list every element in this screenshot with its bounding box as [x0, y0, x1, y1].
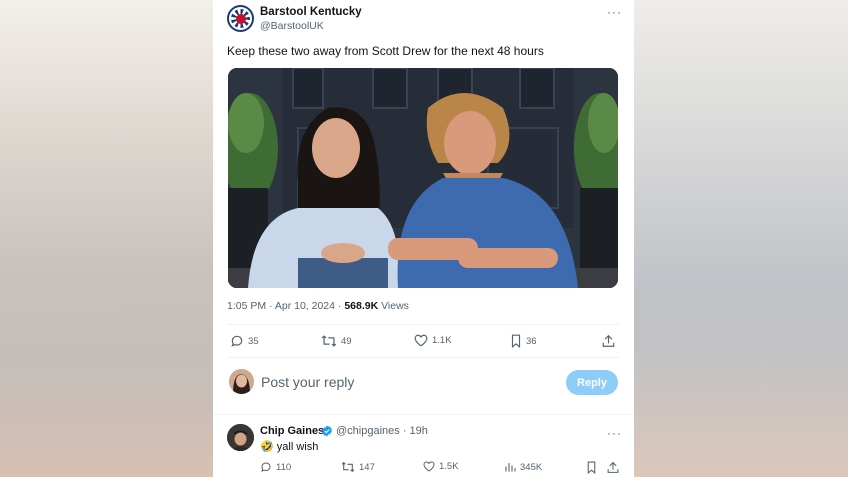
like-action[interactable]: 1.1K	[414, 334, 452, 347]
chip-avatar-illustration	[227, 424, 254, 451]
reply-action[interactable]: 35	[230, 334, 259, 348]
reply-like-count: 1.5K	[439, 461, 459, 472]
retweet-action[interactable]: 49	[321, 334, 352, 348]
reply-author-meta[interactable]: @chipgaines · 19h	[336, 425, 428, 437]
bookmark-icon	[511, 334, 521, 348]
reply-icon	[231, 335, 243, 347]
reply-more-options-icon[interactable]: ···	[607, 427, 622, 439]
reply-count: 35	[248, 335, 259, 347]
tweet-photo[interactable]	[228, 68, 618, 288]
reply-bookmark-action[interactable]	[586, 461, 597, 474]
reply-views-action[interactable]: 345K	[504, 461, 542, 473]
share-icon	[602, 334, 615, 347]
views-label: Views	[378, 300, 409, 312]
tweet-text: Keep these two away from Scott Drew for …	[227, 44, 544, 58]
barstool-avatar[interactable]	[227, 5, 254, 32]
reply-author-name[interactable]: Chip Gaines	[260, 425, 324, 437]
reply-input[interactable]: Post your reply	[261, 374, 354, 390]
reply-views-count: 345K	[520, 461, 543, 473]
reply-text: 🤣 yall wish	[260, 440, 318, 453]
like-count: 1.1K	[432, 335, 452, 346]
divider	[213, 414, 634, 415]
reply-icon	[261, 462, 271, 472]
reply-text-body: yall wish	[273, 441, 319, 453]
current-user-avatar[interactable]	[229, 369, 254, 394]
author-name[interactable]: Barstool Kentucky	[260, 6, 362, 18]
retweet-icon	[341, 461, 355, 473]
tweet-meta: 1:05 PM · Apr 10, 2024 · 568.9K Views	[227, 300, 409, 312]
bookmark-action[interactable]: 36	[510, 334, 537, 348]
reply-reply-action[interactable]: 110	[260, 461, 291, 473]
share-icon	[607, 461, 619, 473]
heart-icon	[414, 334, 428, 347]
photo-illustration	[228, 68, 618, 288]
user-avatar-illustration	[229, 369, 254, 394]
background-right-blur	[634, 0, 848, 477]
retweet-count: 49	[341, 335, 352, 347]
verified-badge-icon	[322, 425, 332, 437]
retweet-icon	[321, 335, 337, 347]
views-chart-icon	[505, 463, 516, 472]
bookmark-icon	[587, 461, 596, 474]
background-left-blur	[0, 0, 213, 477]
divider	[227, 357, 620, 358]
divider	[227, 324, 620, 325]
reply-retweet-action[interactable]: 147	[341, 461, 375, 473]
tweet-timestamp[interactable]: 1:05 PM · Apr 10, 2024 ·	[227, 300, 344, 312]
reply-retweet-count: 147	[359, 461, 375, 473]
heart-icon	[423, 461, 435, 472]
more-options-icon[interactable]: ···	[607, 6, 622, 18]
reply-reply-count: 110	[276, 461, 292, 473]
chip-gaines-avatar[interactable]	[227, 424, 254, 451]
reply-like-action[interactable]: 1.5K	[423, 461, 459, 472]
author-handle[interactable]: @BarstoolUK	[260, 20, 324, 32]
reply-share-action[interactable]	[607, 461, 619, 474]
rofl-emoji-icon: 🤣	[260, 441, 274, 453]
bookmark-count: 36	[526, 335, 537, 347]
share-action[interactable]	[602, 334, 615, 348]
reply-button[interactable]: Reply	[566, 370, 618, 395]
tweet-card: Barstool Kentucky @BarstoolUK ··· Keep t…	[213, 0, 634, 477]
views-count: 568.9K	[344, 300, 379, 312]
